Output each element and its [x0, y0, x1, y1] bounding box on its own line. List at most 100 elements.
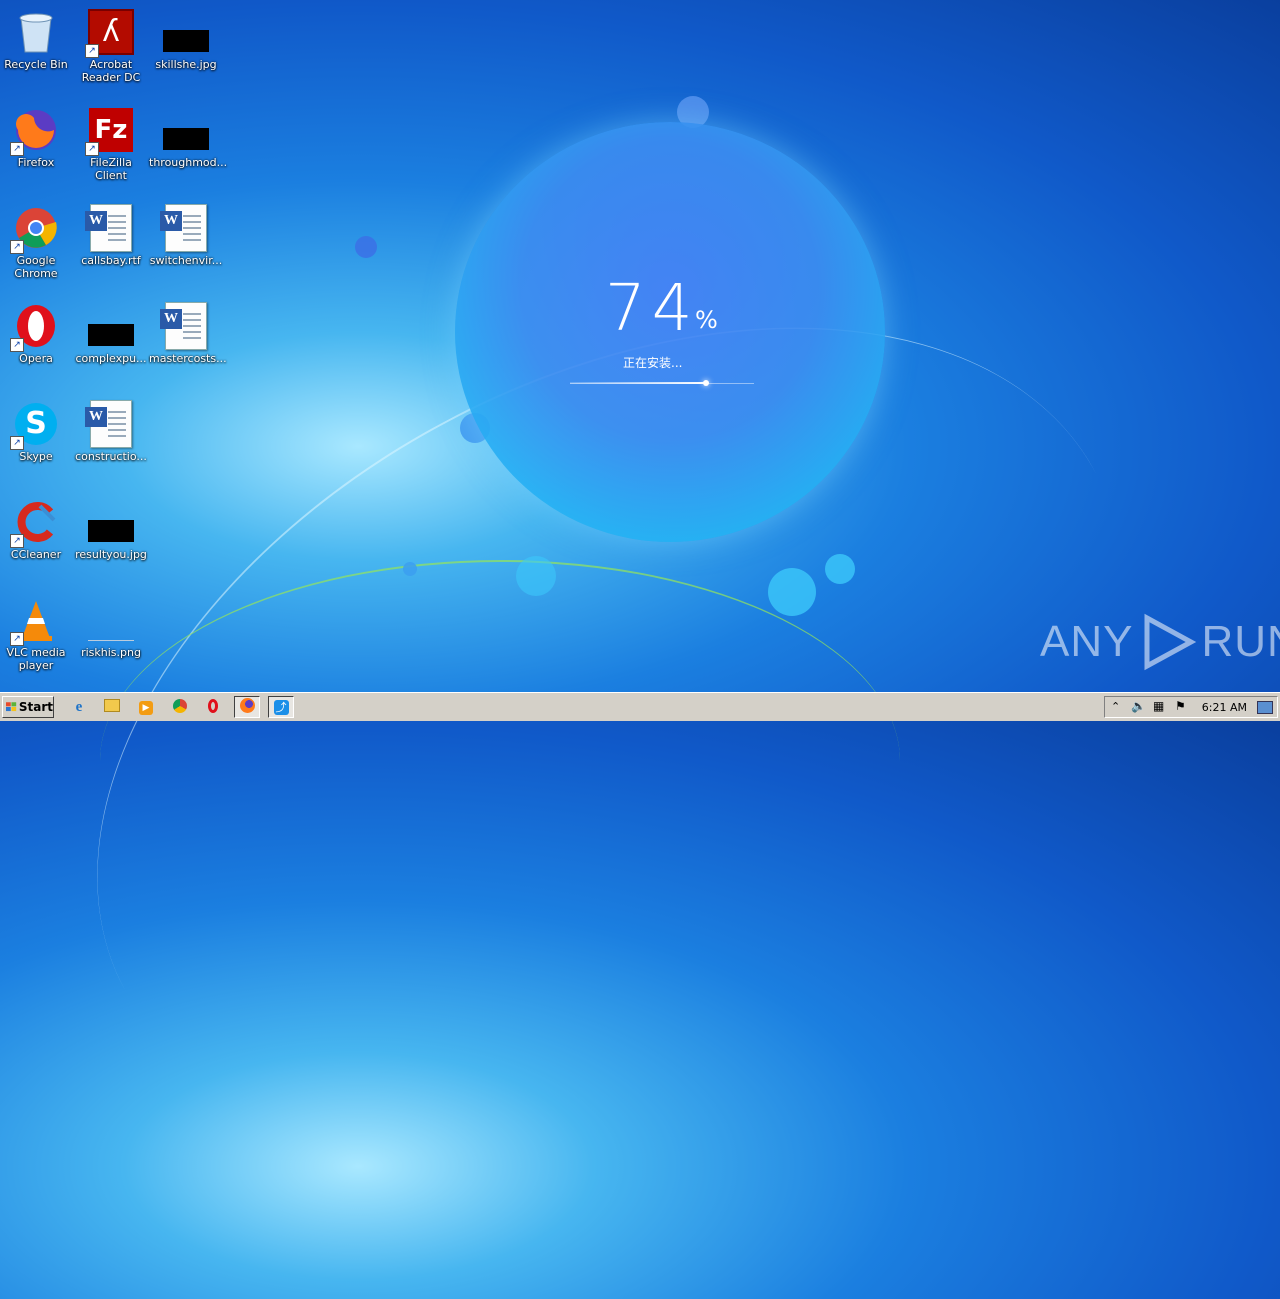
progress-track — [570, 380, 754, 386]
desktop-icon[interactable]: Recycle Bin — [0, 8, 73, 71]
desktop-icon-label: Firefox — [17, 156, 55, 169]
clock[interactable]: 6:21 AM — [1202, 701, 1247, 714]
file-explorer-icon — [104, 699, 120, 715]
desktop-icon[interactable]: ↗ VLC media player — [0, 596, 73, 672]
desktop-icon-label: throughmod... — [149, 156, 228, 169]
desktop-icon-label: callsbay.rtf — [81, 254, 141, 267]
desktop-icon[interactable]: Fz ↗ FileZilla Client — [74, 106, 148, 182]
desktop-icon[interactable]: S ↗ Skype — [0, 400, 73, 463]
image-file-icon — [162, 8, 210, 56]
watermark-text-left: ANY — [1040, 617, 1134, 666]
firefox-icon: ↗ — [10, 106, 60, 156]
desktop-icon-label: mastercosts... — [149, 352, 227, 365]
desktop-icon-label: Skype — [19, 450, 53, 463]
taskbar-firefox-button[interactable] — [234, 696, 260, 718]
word-doc-icon: W — [85, 400, 135, 448]
windows-logo-icon — [6, 702, 17, 712]
desktop-icon-label: complexpu... — [75, 352, 147, 365]
desktop-icon-label: Opera — [19, 352, 53, 365]
progress-indicator-dot — [703, 380, 710, 386]
image-file-icon — [162, 106, 210, 154]
word-doc-icon: W — [85, 204, 135, 252]
desktop-icon-label: riskhis.png — [81, 646, 141, 659]
vlc-icon: ↗ — [10, 596, 60, 646]
desktop-icon-label: Acrobat Reader DC — [81, 58, 141, 84]
installer-progress-circle: 74 % 正在安装... — [455, 122, 885, 542]
desktop-icon[interactable]: resultyou.jpg — [74, 498, 148, 561]
desktop-icon[interactable]: ↗ Opera — [0, 302, 73, 365]
desktop-icon[interactable]: ↗ Firefox — [0, 106, 73, 169]
chrome-icon: ↗ — [10, 204, 60, 254]
desktop-icon[interactable]: skillshe.jpg — [149, 8, 223, 71]
taskbar-chrome-button[interactable] — [167, 696, 193, 718]
desktop-icon-label: Google Chrome — [14, 254, 58, 280]
opera-icon: ↗ — [10, 302, 60, 352]
wallpaper-bubble — [516, 556, 556, 596]
wallpaper-bubble — [825, 554, 855, 584]
desktop-icon[interactable]: Wswitchenvir... — [149, 204, 223, 267]
start-button[interactable]: Start — [2, 696, 54, 718]
wallpaper-bubble — [355, 236, 377, 258]
desktop-icon-label: FileZilla Client — [90, 156, 132, 182]
internet-explorer-icon: e — [75, 698, 83, 715]
firefox-icon — [239, 698, 255, 716]
network-icon[interactable]: ▦ — [1153, 699, 1164, 713]
taskbar-internet-explorer-button[interactable]: e — [66, 696, 92, 718]
installer-app-icon: ⤴ — [273, 699, 289, 715]
word-doc-icon: W — [160, 204, 210, 252]
taskbar: Start e ▶ ⤴ ⌃ 🔈 ▦ ⚑ 6:21 AM — [0, 692, 1280, 721]
filezilla-icon: Fz ↗ — [85, 106, 135, 156]
wallpaper-streak — [100, 560, 900, 962]
desktop-icon[interactable]: Wconstructio... — [74, 400, 148, 463]
shortcut-arrow-icon: ↗ — [10, 338, 24, 352]
show-desktop-icon[interactable] — [1257, 701, 1273, 714]
shortcut-arrow-icon: ↗ — [10, 534, 24, 548]
desktop-icon-label: switchenvir... — [149, 254, 223, 267]
desktop-icon-label: VLC media player — [6, 646, 66, 672]
image-file-icon — [87, 596, 135, 644]
desktop-icon[interactable]: ↗ Google Chrome — [0, 204, 73, 280]
desktop-icon[interactable]: Wmastercosts... — [149, 302, 227, 365]
shortcut-arrow-icon: ↗ — [10, 632, 24, 646]
opera-icon — [208, 698, 218, 716]
wallpaper-bubble — [768, 568, 816, 616]
desktop-icon-label: resultyou.jpg — [75, 548, 147, 561]
install-status-text: 正在安装... — [623, 356, 683, 370]
taskbar-file-explorer-button[interactable] — [99, 696, 125, 718]
word-doc-icon: W — [160, 302, 210, 350]
recycle-bin-icon — [12, 8, 60, 56]
desktop-icon[interactable]: Wcallsbay.rtf — [74, 204, 148, 267]
taskbar-opera-button[interactable] — [200, 696, 226, 718]
desktop-icon-label: skillshe.jpg — [155, 58, 217, 71]
shortcut-arrow-icon: ↗ — [10, 436, 24, 450]
watermark-text-right: RUN — [1201, 617, 1280, 666]
shortcut-arrow-icon: ↗ — [85, 44, 99, 58]
show-hidden-icons-icon[interactable]: ⌃ — [1111, 700, 1120, 713]
progress-fill — [570, 382, 707, 384]
shortcut-arrow-icon: ↗ — [85, 142, 99, 156]
percent-value: 74 — [605, 272, 699, 346]
shortcut-arrow-icon: ↗ — [10, 142, 24, 156]
percent-sign: % — [695, 306, 718, 334]
desktop-icon[interactable]: ↗ CCleaner — [0, 498, 73, 561]
image-file-icon — [87, 498, 135, 546]
ccleaner-icon: ↗ — [10, 498, 60, 548]
media-player-icon: ▶ — [139, 700, 153, 715]
image-file-icon — [87, 302, 135, 350]
taskbar-installer-app-button[interactable]: ⤴ — [268, 696, 294, 718]
anyrun-watermark: ANY RUN — [1040, 612, 1280, 672]
action-center-flag-icon[interactable]: ⚑ — [1175, 699, 1186, 713]
system-tray: ⌃ 🔈 ▦ ⚑ 6:21 AM — [1104, 696, 1278, 718]
volume-icon[interactable]: 🔈 — [1131, 699, 1146, 713]
shortcut-arrow-icon: ↗ — [10, 240, 24, 254]
desktop-icon[interactable]: complexpu... — [74, 302, 148, 365]
desktop-icon[interactable]: ʎ ↗ Acrobat Reader DC — [74, 8, 148, 84]
taskbar-media-player-button[interactable]: ▶ — [133, 696, 159, 718]
desktop-icon[interactable]: riskhis.png — [74, 596, 148, 659]
acrobat-icon: ʎ ↗ — [85, 8, 135, 58]
desktop-icon-label: constructio... — [75, 450, 147, 463]
desktop-icon[interactable]: throughmod... — [149, 106, 228, 169]
wallpaper-bubble — [403, 562, 417, 576]
desktop-icon-label: Recycle Bin — [4, 58, 68, 71]
start-label: Start — [18, 700, 53, 714]
